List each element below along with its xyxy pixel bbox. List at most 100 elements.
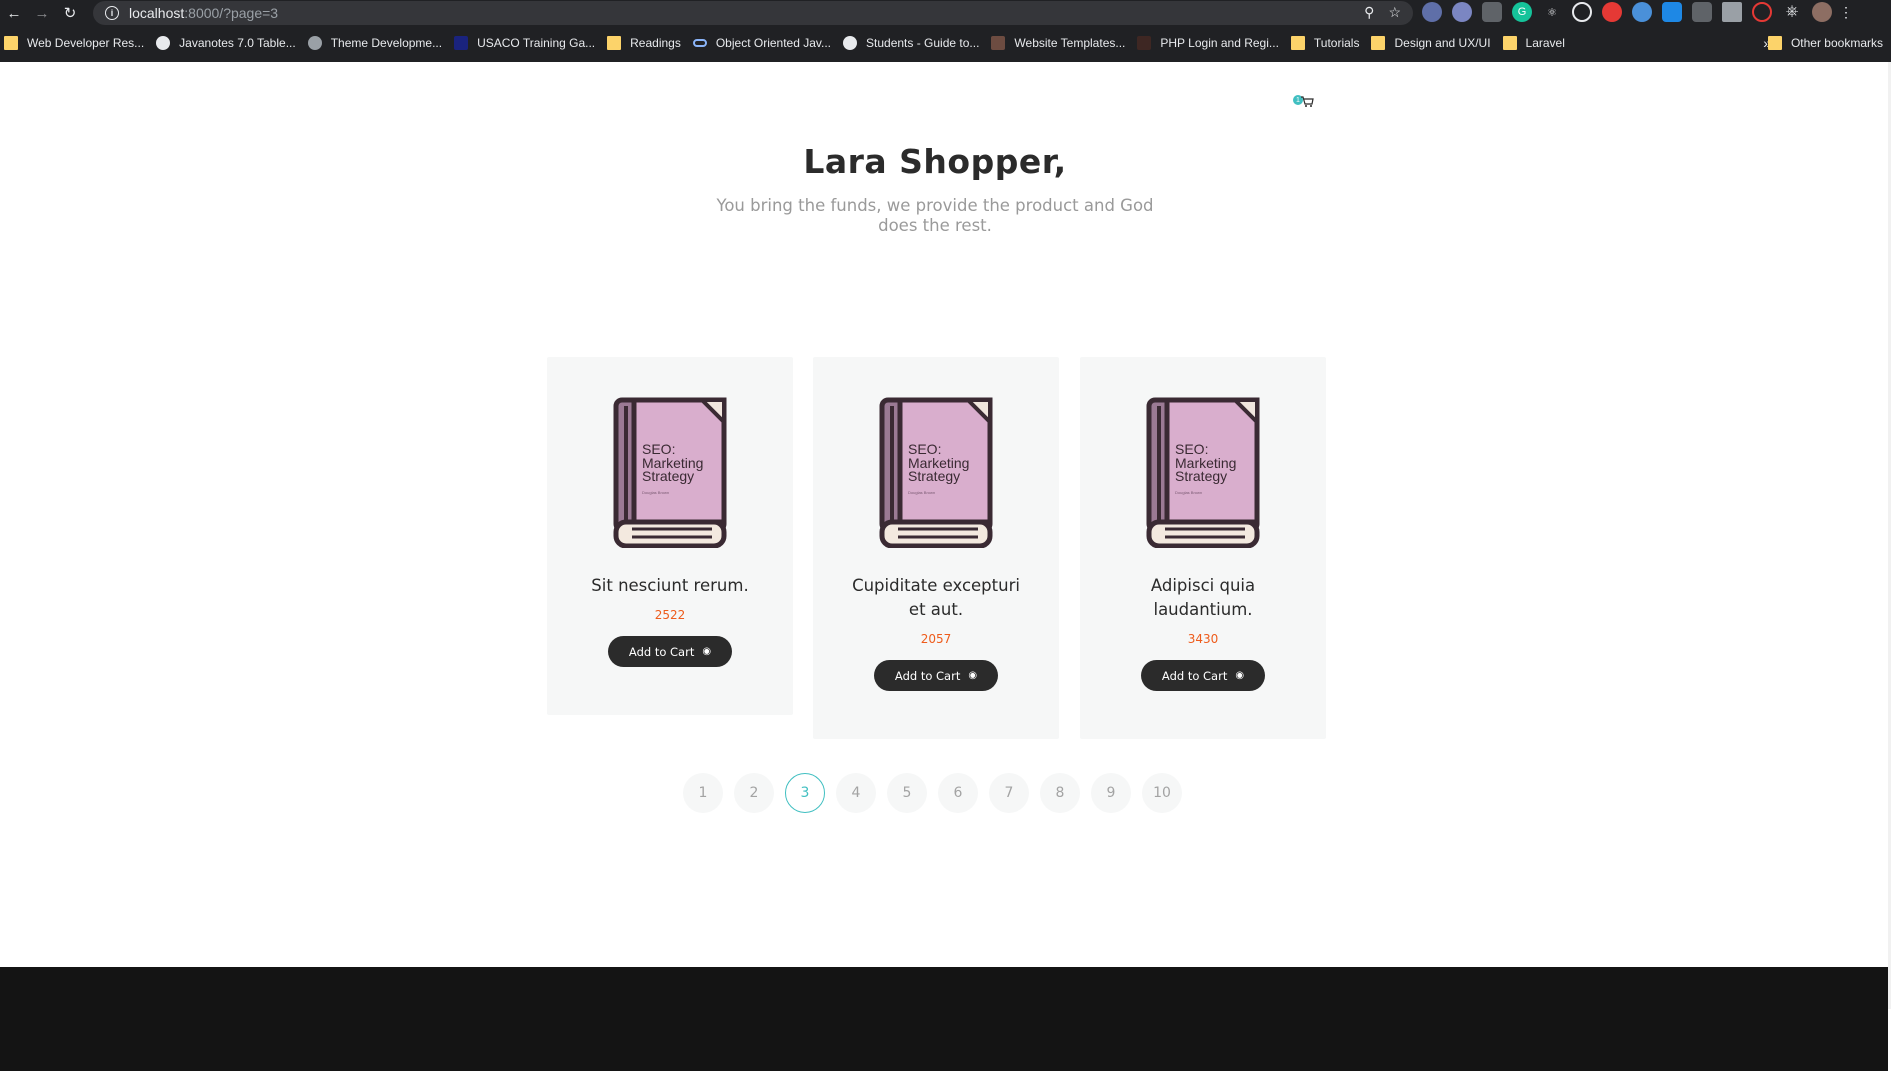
other-bookmarks-label: Other bookmarks	[1790, 36, 1883, 50]
link-icon	[692, 39, 707, 47]
address-bar[interactable]: i localhost:8000/?page=3 ⚲ ☆	[93, 1, 1413, 25]
add-to-cart-label: Add to Cart	[1161, 668, 1228, 683]
bookmark-label: Readings	[630, 36, 681, 50]
product-card: SEO: Marketing Strategy Douglas Brown Si…	[547, 357, 793, 715]
page-link[interactable]: 4	[836, 773, 876, 813]
add-to-cart-button[interactable]: Add to Cart ◉	[874, 660, 998, 691]
product-price: 2057	[920, 632, 952, 646]
extensions-bar: G ⚛ ⎈ ⋮	[1422, 2, 1853, 22]
bookmark-item[interactable]: Javanotes 7.0 Table...	[152, 32, 304, 54]
bookmark-item[interactable]: PHP Login and Regi...	[1133, 32, 1287, 54]
extension-icon[interactable]	[1452, 2, 1472, 22]
extension-icon[interactable]	[1692, 2, 1712, 22]
cart-button[interactable]: 1	[1293, 92, 1317, 114]
page-link[interactable]: 6	[938, 773, 978, 813]
book-title-line: Strategy	[1175, 468, 1227, 484]
page-link[interactable]: 2	[734, 773, 774, 813]
book-title-line: Strategy	[642, 468, 694, 484]
bookmark-star-icon[interactable]: ☆	[1388, 4, 1401, 21]
bookmark-item[interactable]: Laravel	[1499, 32, 1573, 54]
product-name: Sit nesciunt rerum.	[591, 576, 749, 595]
product-card: SEO: Marketing Strategy Douglas Brown Ad…	[1080, 357, 1326, 739]
product-grid: SEO: Marketing Strategy Douglas Brown Si…	[547, 357, 1327, 739]
bookmark-item[interactable]: Students - Guide to...	[839, 32, 987, 54]
product-price: 2522	[654, 608, 686, 622]
book-title-line: Strategy	[908, 468, 960, 484]
zoom-icon[interactable]: ⚲	[1364, 4, 1374, 21]
bookmark-label: PHP Login and Regi...	[1160, 36, 1279, 50]
bookmark-label: Web Developer Res...	[27, 36, 145, 50]
bookmark-label: USACO Training Ga...	[477, 36, 596, 50]
bookmark-item[interactable]: Web Developer Res...	[0, 32, 152, 54]
bookmark-item[interactable]: Design and UX/UI	[1367, 32, 1498, 54]
book-author: Douglas Brown	[642, 490, 669, 495]
react-devtools-icon[interactable]: ⚛	[1542, 2, 1562, 22]
usaco-icon	[454, 36, 469, 50]
bookmark-item[interactable]: Theme Developme...	[304, 32, 450, 54]
folder-icon	[1371, 36, 1386, 50]
page-link[interactable]: 8	[1040, 773, 1080, 813]
bookmark-item[interactable]: USACO Training Ga...	[450, 32, 603, 54]
bookmark-label: Laravel	[1525, 36, 1565, 50]
extension-icon[interactable]	[1752, 2, 1772, 22]
url-path: :8000/?page=3	[184, 5, 279, 21]
extension-icon[interactable]	[1422, 2, 1442, 22]
page-link-current[interactable]: 3	[785, 773, 825, 813]
extension-icon[interactable]	[1662, 2, 1682, 22]
add-to-cart-button[interactable]: Add to Cart ◉	[1141, 660, 1265, 691]
folder-icon	[1502, 36, 1517, 50]
book-cover-image: SEO: Marketing Strategy Douglas Brown	[1146, 397, 1260, 548]
folder-icon	[1290, 36, 1305, 50]
page-content: 1 Lara Shopper, You bring the funds, we …	[0, 62, 1888, 1071]
shopping-bag-icon: ◉	[702, 646, 712, 657]
site-info-icon[interactable]: i	[105, 6, 119, 20]
bookmark-label: Theme Developme...	[330, 36, 443, 50]
adblock-icon[interactable]	[1602, 2, 1622, 22]
bookmark-label: Students - Guide to...	[866, 36, 980, 50]
reading-list-icon[interactable]	[1722, 2, 1742, 22]
other-bookmarks[interactable]: Other bookmarks	[1764, 32, 1891, 54]
folder-icon	[607, 36, 622, 50]
site-footer	[0, 967, 1888, 1071]
extension-icon[interactable]	[1572, 2, 1592, 22]
page-link[interactable]: 7	[989, 773, 1029, 813]
url-text: localhost:8000/?page=3	[129, 5, 278, 21]
bookmark-label: Tutorials	[1313, 36, 1360, 50]
page-link[interactable]: 1	[683, 773, 723, 813]
back-button[interactable]: ←	[0, 0, 28, 26]
grammarly-icon[interactable]: G	[1512, 2, 1532, 22]
site-icon	[991, 36, 1006, 50]
bookmark-item[interactable]: Tutorials	[1287, 32, 1368, 54]
profile-avatar[interactable]	[1812, 2, 1832, 22]
extension-icon[interactable]	[1632, 2, 1652, 22]
url-host: localhost	[129, 5, 185, 21]
extension-icon[interactable]	[1482, 2, 1502, 22]
pagination: 1 2 3 4 5 6 7 8 9 10	[683, 773, 1182, 813]
book-author: Douglas Brown	[908, 490, 935, 495]
menu-kebab-icon[interactable]: ⋮	[1839, 2, 1853, 22]
reload-button[interactable]: ↻	[56, 0, 84, 26]
add-to-cart-label: Add to Cart	[628, 644, 695, 659]
bookmark-item[interactable]: Readings	[603, 32, 689, 54]
add-to-cart-button[interactable]: Add to Cart ◉	[608, 636, 732, 667]
cart-icon	[1301, 96, 1314, 107]
page-subtitle: You bring the funds, we provide the prod…	[716, 196, 1154, 235]
extensions-puzzle-icon[interactable]: ⎈	[1782, 2, 1802, 22]
google-icon	[843, 36, 858, 50]
page-link[interactable]: 5	[887, 773, 927, 813]
book-cover-image: SEO: Marketing Strategy Douglas Brown	[879, 397, 993, 548]
wordpress-icon	[307, 36, 322, 50]
bookmark-item[interactable]: Object Oriented Jav...	[689, 32, 839, 54]
page-link[interactable]: 10	[1142, 773, 1182, 813]
bookmarks-bar: Web Developer Res... Javanotes 7.0 Table…	[0, 32, 1891, 54]
bookmark-item[interactable]: Website Templates...	[987, 32, 1133, 54]
browser-chrome: ← → ↻ i localhost:8000/?page=3 ⚲ ☆ G ⚛ ⎈	[0, 0, 1891, 62]
page-link[interactable]: 9	[1091, 773, 1131, 813]
folder-icon	[1767, 36, 1782, 50]
folder-icon	[4, 36, 18, 50]
browser-toolbar: ← → ↻ i localhost:8000/?page=3 ⚲ ☆ G ⚛ ⎈	[0, 0, 1891, 26]
forward-button[interactable]: →	[28, 0, 56, 26]
product-name: Cupiditate excepturi et aut.	[852, 576, 1020, 619]
page-title: Lara Shopper,	[803, 142, 1067, 181]
product-name: Adipisci quia laudantium.	[1150, 576, 1256, 619]
